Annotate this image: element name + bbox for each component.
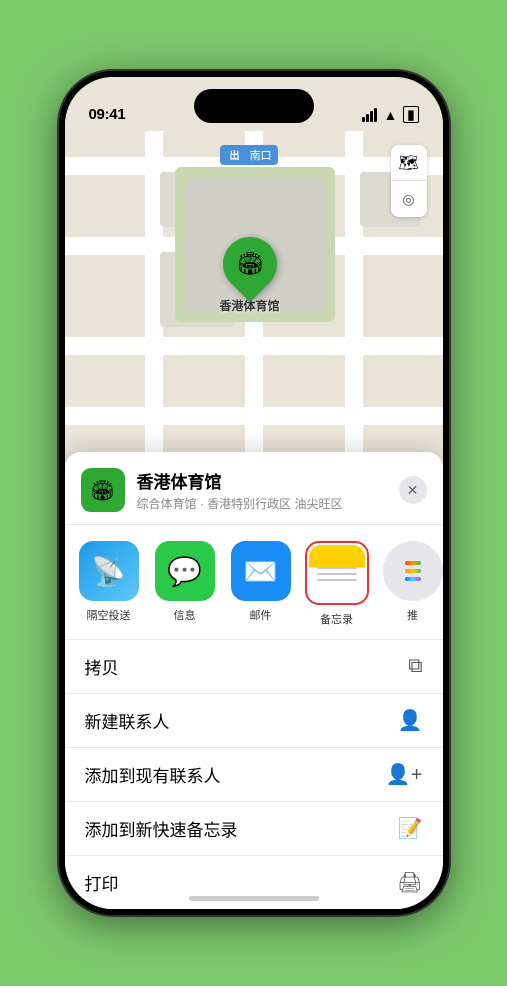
- share-airdrop-item[interactable]: 📡 隔空投送: [73, 541, 145, 627]
- person-icon: 👤: [398, 708, 423, 733]
- share-mail-item[interactable]: ✉️ 邮件: [225, 541, 297, 627]
- location-icon: ◎: [402, 191, 414, 208]
- action-copy[interactable]: 拷贝 ⧉: [65, 640, 443, 694]
- mail-label: 邮件: [250, 607, 272, 623]
- bottom-sheet: 🏟 香港体育馆 综合体育馆 · 香港特别行政区 油尖旺区 ✕ 📡 隔空投送: [65, 452, 443, 909]
- map-controls: 🗺 ◎: [391, 145, 427, 217]
- action-print-label: 打印: [85, 870, 119, 895]
- action-add-quick-note[interactable]: 添加到新快速备忘录 📝: [65, 802, 443, 856]
- print-icon: 🖨: [397, 870, 422, 895]
- airdrop-label: 隔空投送: [87, 607, 131, 623]
- sheet-header: 🏟 香港体育馆 综合体育馆 · 香港特别行政区 油尖旺区 ✕: [65, 452, 443, 525]
- copy-icon: ⧉: [408, 655, 422, 678]
- notes-icon: [309, 545, 365, 601]
- wifi-icon: ▲: [383, 107, 397, 123]
- action-quick-note-label: 添加到新快速备忘录: [85, 816, 238, 841]
- status-time: 09:41: [89, 106, 126, 123]
- quick-note-icon: 📝: [398, 816, 423, 841]
- status-icons: ▲ ▮: [362, 106, 418, 123]
- action-new-contact-label: 新建联系人: [85, 708, 170, 733]
- map-type-button[interactable]: 🗺: [391, 145, 427, 181]
- marker-pin: 🏟: [211, 226, 287, 302]
- sheet-close-button[interactable]: ✕: [399, 476, 427, 504]
- phone-frame: 09:41 ▲ ▮: [59, 71, 449, 915]
- action-list: 拷贝 ⧉ 新建联系人 👤 添加到现有联系人 👤+ 添加到新快速备忘录 📝: [65, 640, 443, 909]
- stadium-marker: 🏟 香港体育馆: [220, 237, 280, 314]
- mail-icon: ✉️: [231, 541, 291, 601]
- home-indicator: [189, 896, 319, 901]
- share-more-item[interactable]: 推: [377, 541, 443, 627]
- person-add-icon: 👤+: [386, 762, 423, 787]
- action-new-contact[interactable]: 新建联系人 👤: [65, 694, 443, 748]
- share-notes-item[interactable]: 备忘录: [301, 541, 373, 627]
- notes-icon-container: [305, 541, 369, 605]
- airdrop-icon: 📡: [79, 541, 139, 601]
- more-label: 推: [407, 607, 418, 623]
- sheet-subtitle: 综合体育馆 · 香港特别行政区 油尖旺区: [137, 495, 387, 512]
- share-message-item[interactable]: 💬 信息: [149, 541, 221, 627]
- notes-label: 备忘录: [320, 611, 353, 627]
- marker-icon: 🏟: [236, 251, 264, 277]
- share-actions-row: 📡 隔空投送 💬 信息 ✉️ 邮件: [65, 525, 443, 640]
- action-add-existing-label: 添加到现有联系人: [85, 762, 221, 787]
- sheet-title: 香港体育馆: [137, 468, 387, 493]
- map-area: 出 南口 🗺 ◎ 🏟 香港体育馆: [65, 77, 443, 497]
- more-icon: [383, 541, 443, 601]
- location-button[interactable]: ◎: [391, 181, 427, 217]
- action-add-existing-contact[interactable]: 添加到现有联系人 👤+: [65, 748, 443, 802]
- dynamic-island: [194, 89, 314, 123]
- sheet-logo: 🏟: [81, 468, 125, 512]
- message-icon: 💬: [155, 541, 215, 601]
- map-label: 出 南口: [220, 145, 278, 165]
- action-print[interactable]: 打印 🖨: [65, 856, 443, 909]
- signal-icon: [362, 108, 377, 122]
- action-copy-label: 拷贝: [85, 654, 119, 679]
- phone-screen: 09:41 ▲ ▮: [65, 77, 443, 909]
- message-label: 信息: [174, 607, 196, 623]
- sheet-title-area: 香港体育馆 综合体育馆 · 香港特别行政区 油尖旺区: [137, 468, 387, 512]
- battery-icon: ▮: [403, 106, 418, 123]
